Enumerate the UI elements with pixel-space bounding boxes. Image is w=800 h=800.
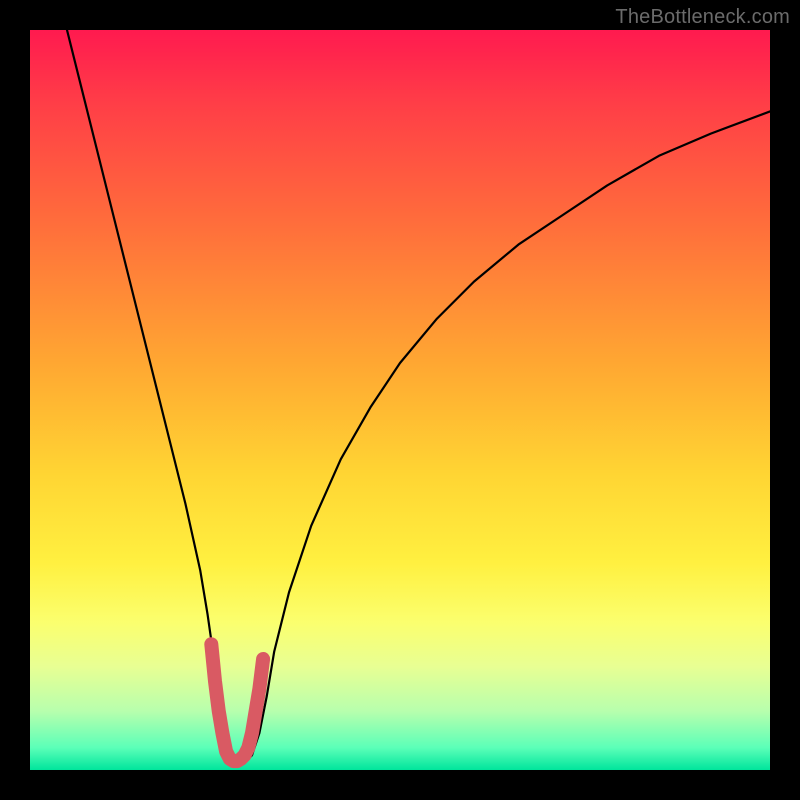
- curve-layer: [30, 30, 770, 770]
- watermark: TheBottleneck.com: [615, 6, 790, 29]
- chart-frame: TheBottleneck.com: [0, 0, 800, 800]
- sweet-spot-marker: [211, 644, 263, 761]
- plot-area: [30, 30, 770, 770]
- bottleneck-curve: [67, 30, 770, 763]
